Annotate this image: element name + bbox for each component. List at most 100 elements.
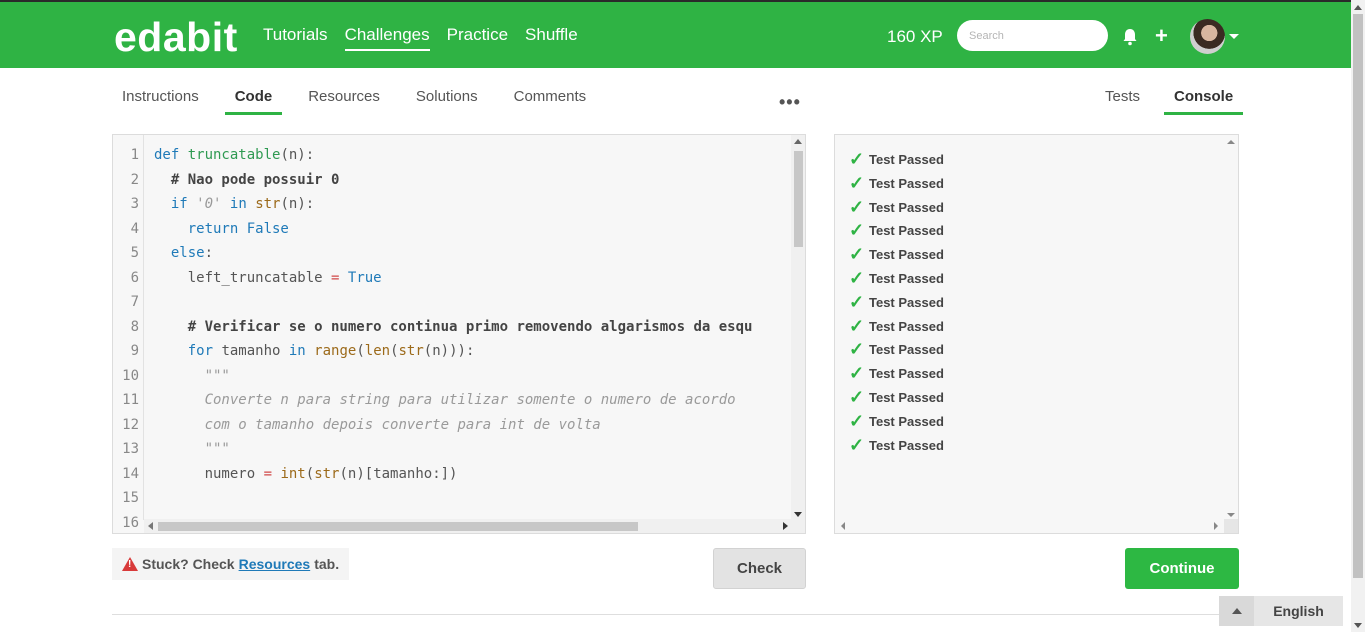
code-line: com o tamanho depois converte para int d… bbox=[154, 417, 601, 433]
line-number: 14 bbox=[122, 465, 139, 482]
hint-prefix: Stuck? Check bbox=[142, 556, 235, 572]
checkmark-icon: ✓ bbox=[849, 315, 865, 336]
tab-code[interactable]: Code bbox=[224, 88, 283, 115]
scroll-thumb[interactable] bbox=[158, 522, 638, 531]
line-number: 3 bbox=[130, 196, 139, 212]
resources-link[interactable]: Resources bbox=[239, 556, 311, 572]
code-token: """ bbox=[204, 367, 230, 384]
test-result-row: ✓ Test Passed bbox=[849, 339, 944, 360]
console-horizontal-scrollbar[interactable] bbox=[835, 519, 1238, 533]
test-result-text: Test Passed bbox=[869, 294, 944, 310]
search-input[interactable] bbox=[957, 20, 1108, 51]
test-result-text: Test Passed bbox=[869, 175, 944, 191]
code-token: (n))): bbox=[423, 343, 475, 359]
code-token: in bbox=[229, 196, 256, 212]
editor-vertical-scrollbar[interactable] bbox=[791, 135, 805, 520]
scroll-up-arrow[interactable] bbox=[794, 139, 802, 144]
check-button[interactable]: Check bbox=[713, 548, 806, 589]
nav-shuffle[interactable]: Shuffle bbox=[525, 25, 578, 51]
tab-resources[interactable]: Resources bbox=[298, 88, 390, 115]
tab-instructions[interactable]: Instructions bbox=[112, 88, 209, 115]
code-line: numero = int(str(n)[tamanho:]) bbox=[154, 466, 458, 482]
code-token: True bbox=[347, 269, 382, 286]
avatar[interactable] bbox=[1190, 19, 1225, 54]
plus-icon[interactable]: + bbox=[1155, 25, 1168, 47]
scroll-thumb[interactable] bbox=[1353, 14, 1363, 578]
code-token: numero bbox=[154, 465, 264, 482]
code-token: ( bbox=[390, 343, 399, 359]
code-token: else bbox=[170, 245, 205, 261]
top-navbar: edabit Tutorials Challenges Practice Shu… bbox=[0, 0, 1351, 68]
code-editor[interactable]: 1 2 3 4 5 6 7 8 9 10 11 12 13 14 15 16 def truncatable(… bbox=[112, 134, 806, 534]
continue-button[interactable]: Continue bbox=[1125, 548, 1239, 589]
line-number: 1 bbox=[130, 147, 139, 163]
scroll-thumb[interactable] bbox=[794, 151, 803, 247]
code-token: ( bbox=[305, 465, 315, 482]
scroll-up-arrow[interactable] bbox=[1227, 140, 1235, 144]
code-line: if '0' in str(n): bbox=[154, 196, 314, 212]
checkmark-icon: ✓ bbox=[849, 244, 865, 265]
code-token: return False bbox=[187, 220, 289, 237]
line-number: 6 bbox=[130, 269, 139, 286]
code-token: str bbox=[398, 343, 424, 359]
chevron-down-icon[interactable] bbox=[1229, 34, 1239, 39]
scroll-up-arrow[interactable] bbox=[1354, 5, 1362, 10]
scroll-right-arrow[interactable] bbox=[1214, 522, 1218, 530]
test-result-text: Test Passed bbox=[869, 366, 944, 382]
code-token: """ bbox=[204, 441, 230, 457]
warning-icon: ! bbox=[122, 557, 138, 571]
more-options-icon[interactable]: ••• bbox=[779, 92, 801, 113]
scroll-down-arrow[interactable] bbox=[794, 512, 802, 517]
code-line: left_truncatable = True bbox=[154, 270, 382, 286]
chevron-up-icon[interactable] bbox=[1219, 596, 1254, 626]
scroll-right-arrow[interactable] bbox=[783, 522, 788, 530]
line-number: 2 bbox=[130, 171, 139, 188]
tab-comments[interactable]: Comments bbox=[504, 88, 597, 115]
scroll-left-arrow[interactable] bbox=[841, 522, 845, 530]
editor-horizontal-scrollbar[interactable] bbox=[144, 519, 805, 533]
tab-console[interactable]: Console bbox=[1164, 88, 1244, 115]
code-token: Converte n para string para utilizar som… bbox=[204, 392, 736, 408]
bell-icon[interactable] bbox=[1122, 28, 1138, 46]
code-line: def truncatable(n): bbox=[154, 147, 314, 163]
code-token: # Verificar se o numero continua primo r… bbox=[187, 318, 753, 335]
scroll-down-arrow[interactable] bbox=[1354, 623, 1362, 628]
scroll-down-arrow[interactable] bbox=[1227, 513, 1235, 517]
test-result-row: ✓ Test Passed bbox=[849, 435, 944, 456]
checkmark-icon: ✓ bbox=[849, 339, 865, 360]
line-number: 9 bbox=[130, 343, 139, 359]
test-result-row: ✓ Test Passed bbox=[849, 220, 944, 241]
test-result-text: Test Passed bbox=[869, 152, 944, 167]
nav-tutorials[interactable]: Tutorials bbox=[263, 25, 328, 51]
test-result-row: ✓ Test Passed bbox=[849, 149, 944, 170]
code-token: '0' bbox=[196, 196, 222, 212]
brand-logo[interactable]: edabit bbox=[114, 14, 238, 61]
console-vertical-scrollbar[interactable] bbox=[1224, 135, 1238, 520]
test-result-text: Test Passed bbox=[869, 437, 944, 453]
line-number: 4 bbox=[130, 220, 139, 237]
line-number: 7 bbox=[130, 294, 139, 310]
checkmark-icon: ✓ bbox=[849, 363, 865, 384]
test-result-text: Test Passed bbox=[869, 390, 944, 405]
nav-practice[interactable]: Practice bbox=[447, 25, 508, 51]
code-line: else: bbox=[154, 245, 213, 261]
scroll-left-arrow[interactable] bbox=[148, 522, 153, 530]
nav-challenges[interactable]: Challenges bbox=[344, 25, 430, 51]
tab-solutions[interactable]: Solutions bbox=[406, 88, 488, 115]
test-result-row: ✓ Test Passed bbox=[849, 316, 944, 337]
footer-divider bbox=[112, 614, 1339, 615]
page-scrollbar[interactable] bbox=[1351, 0, 1365, 632]
language-selector[interactable]: English bbox=[1219, 596, 1343, 626]
tab-tests[interactable]: Tests bbox=[1095, 88, 1150, 115]
line-number: 10 bbox=[122, 367, 139, 384]
output-tabs: Tests Console bbox=[1095, 88, 1257, 115]
code-area[interactable]: def truncatable(n): # Nao pode possuir 0… bbox=[154, 135, 792, 520]
